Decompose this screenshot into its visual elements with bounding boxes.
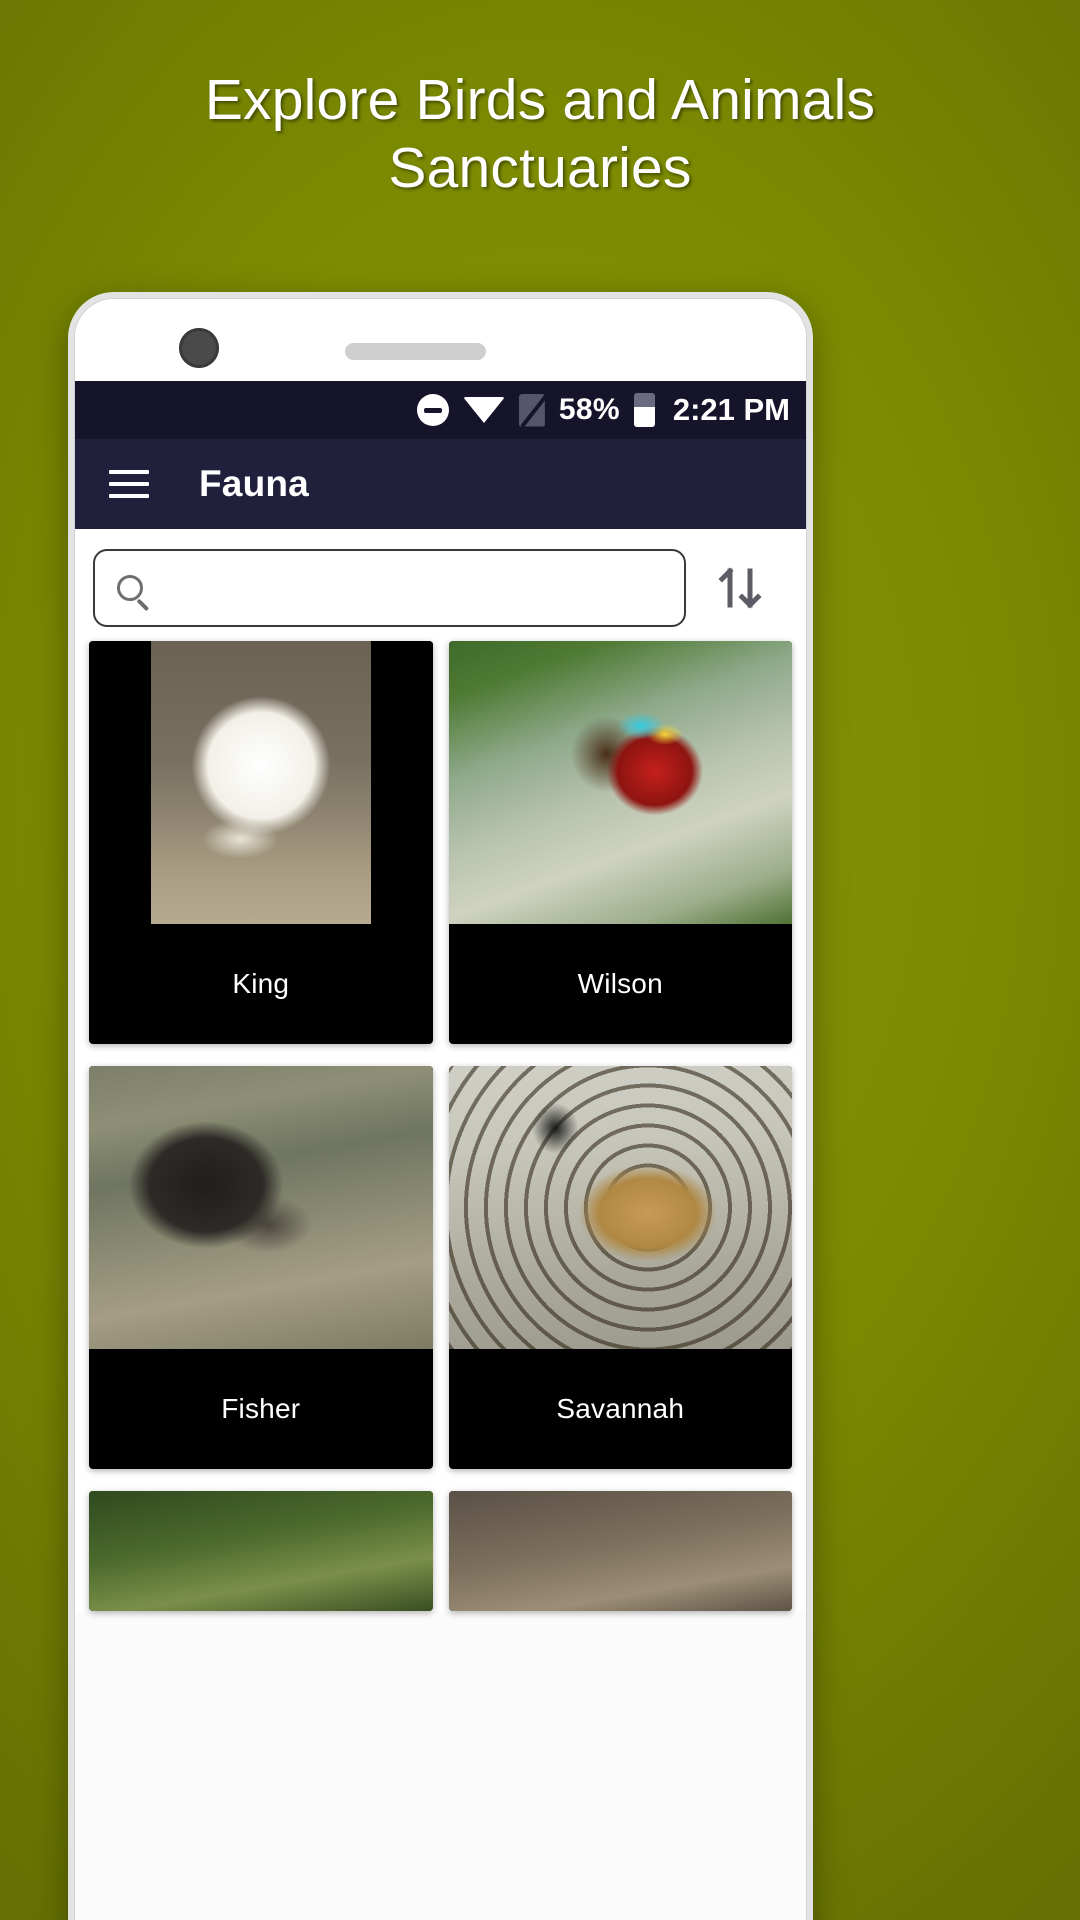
card-label: King [89,924,433,1044]
phone-bezel-top [75,299,806,381]
wifi-icon [462,397,505,423]
animal-card[interactable]: Wilson [448,641,792,1044]
animal-card[interactable] [89,1491,433,1611]
card-image [448,641,792,924]
phone-mockup-frame: 58% 2:21 PM Fauna King Wilson Fisher Sav… [68,292,813,1920]
do-not-disturb-icon [416,394,449,426]
card-image [89,1491,433,1611]
search-box[interactable] [93,549,686,627]
green-foliage-partial-image [89,1491,433,1611]
animal-card[interactable]: Savannah [448,1066,792,1469]
search-input[interactable] [157,572,662,604]
sort-arrows-icon[interactable] [692,549,788,627]
search-icon [117,575,143,601]
card-image [448,1491,792,1611]
animal-card[interactable]: Fisher [89,1066,433,1469]
phone-screen: 58% 2:21 PM Fauna King Wilson Fisher Sav… [74,298,807,1920]
card-image [89,1066,433,1349]
fisher-marten-foraging-image [89,1066,433,1349]
savannah-cat-on-chair-image [448,1066,792,1349]
status-bar: 58% 2:21 PM [75,381,806,439]
earpiece-speaker [345,343,486,360]
card-label: Savannah [448,1349,792,1469]
animal-card[interactable] [448,1491,792,1611]
hamburger-menu-icon[interactable] [109,470,149,498]
app-bar: Fauna [75,439,806,529]
white-pigeon-in-cage-image [89,641,433,924]
page-headline: Explore Birds and Animals Sanctuaries [204,68,876,200]
battery-percent-label: 58% [558,393,620,426]
search-row [75,529,806,641]
card-label: Wilson [448,924,792,1044]
animal-card-grid: King Wilson Fisher Savannah [75,641,806,1611]
card-image [448,1066,792,1349]
card-image [89,641,433,924]
battery-icon [633,393,655,427]
front-camera-icon [179,328,219,368]
no-sim-icon [518,393,545,427]
card-label: Fisher [89,1349,433,1469]
status-bar-clock: 2:21 PM [672,392,790,427]
brown-animal-partial-image [448,1491,792,1611]
animal-card[interactable]: King [89,641,433,1044]
page-title: Fauna [199,463,309,504]
red-bird-of-paradise-image [448,641,792,924]
